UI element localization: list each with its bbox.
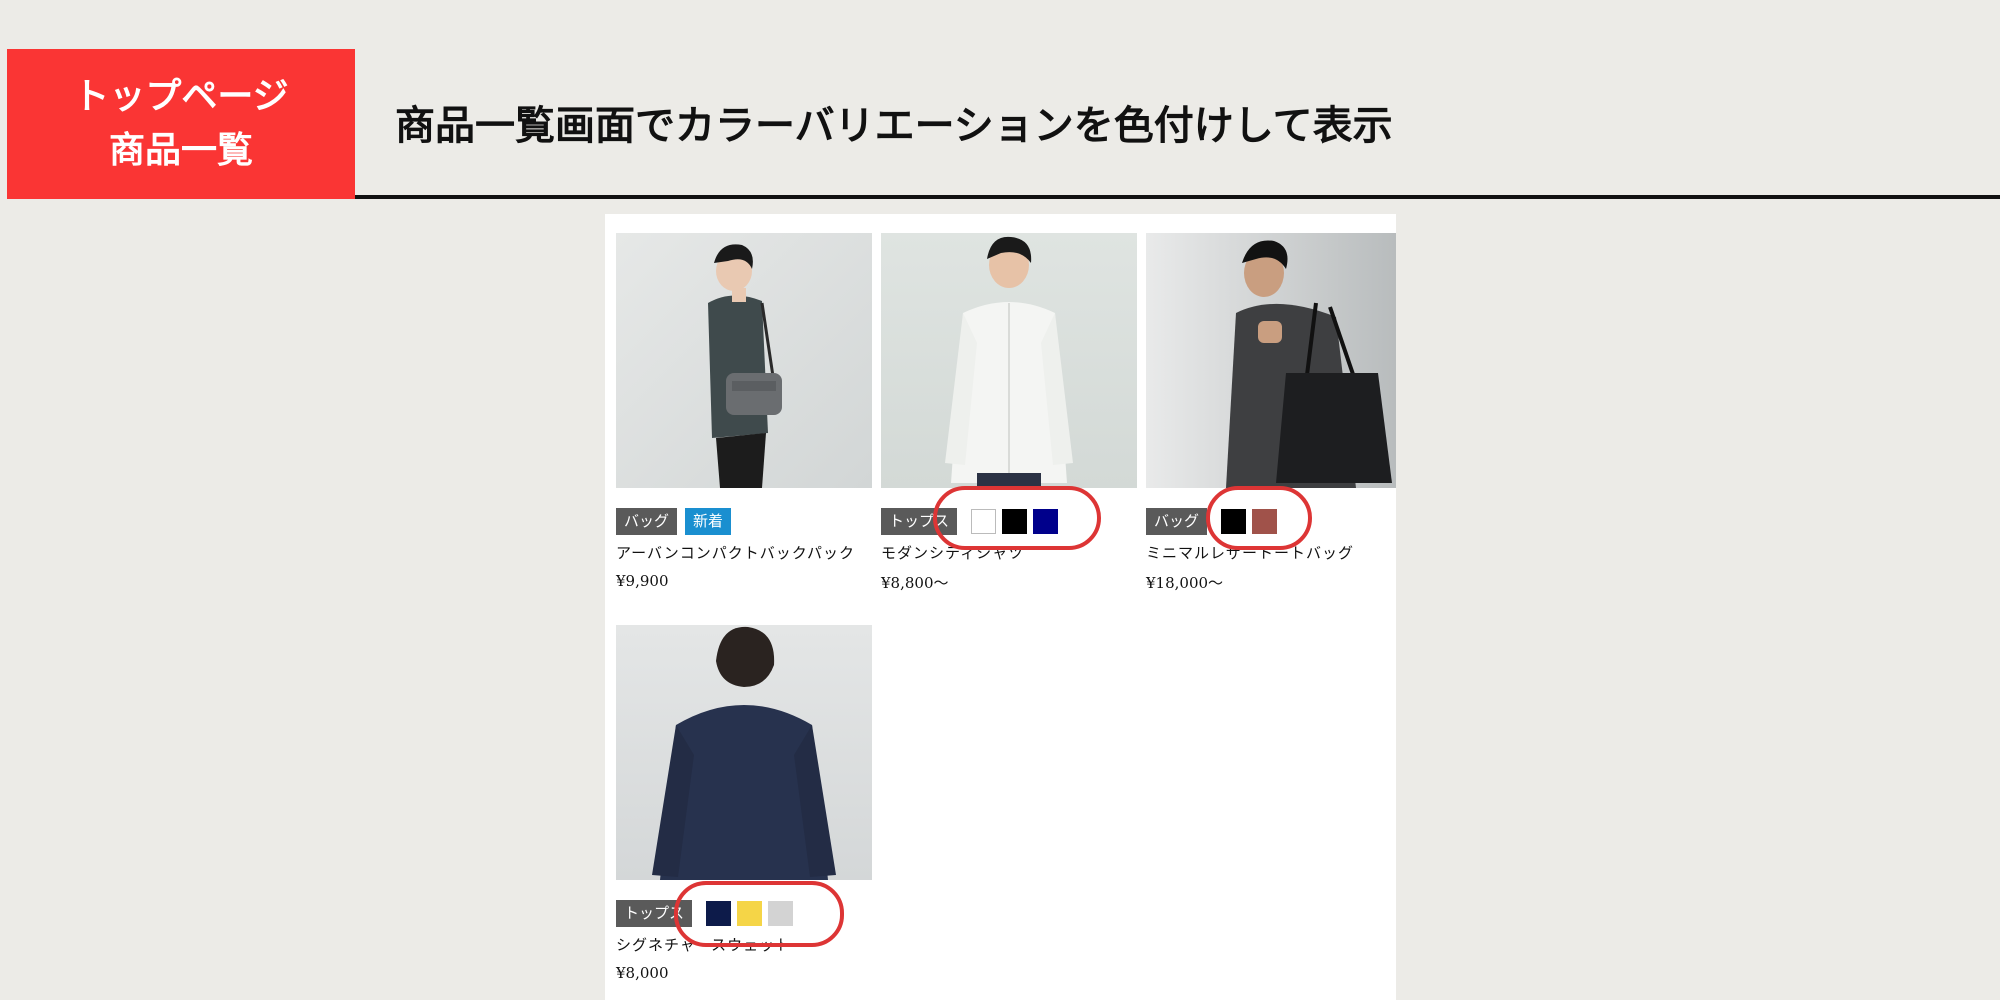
- product-price: ¥9,900: [616, 572, 669, 590]
- product-meta: バッグ 新着: [616, 504, 872, 538]
- swatch-highlight-annotation: [674, 881, 844, 947]
- product-photo[interactable]: [616, 233, 872, 488]
- category-tag[interactable]: バッグ: [1146, 507, 1208, 535]
- product-price: ¥8,000: [616, 964, 669, 982]
- section-label-line1: トップページ: [73, 76, 289, 117]
- swatch-highlight-annotation: [1206, 486, 1312, 550]
- swatch-highlight-annotation: [933, 486, 1101, 550]
- product-name[interactable]: アーバンコンパクトバックパック: [616, 542, 872, 563]
- new-arrival-badge[interactable]: 新着: [685, 507, 732, 535]
- product-photo[interactable]: [881, 233, 1137, 488]
- product-card[interactable]: バッグ 新着 アーバンコンパクトバックパック ¥9,900: [616, 233, 872, 590]
- category-tag[interactable]: バッグ: [616, 507, 678, 535]
- man-in-white-shirt-image: [881, 233, 1137, 488]
- section-label: トップページ 商品一覧: [7, 49, 355, 199]
- man-with-black-leather-tote-image: [1146, 233, 1396, 488]
- man-with-gray-shoulder-bag-image: [616, 233, 872, 488]
- product-photo[interactable]: [616, 625, 872, 880]
- heading-divider: [355, 195, 2000, 199]
- man-in-navy-sweatshirt-back-image: [616, 625, 872, 880]
- section-label-line2: 商品一覧: [108, 130, 253, 171]
- page-heading: 商品一覧画面でカラーバリエーションを色付けして表示: [395, 103, 1393, 149]
- product-price: ¥8,800〜: [881, 574, 949, 592]
- product-photo[interactable]: [1146, 233, 1396, 488]
- product-price: ¥18,000〜: [1146, 574, 1224, 592]
